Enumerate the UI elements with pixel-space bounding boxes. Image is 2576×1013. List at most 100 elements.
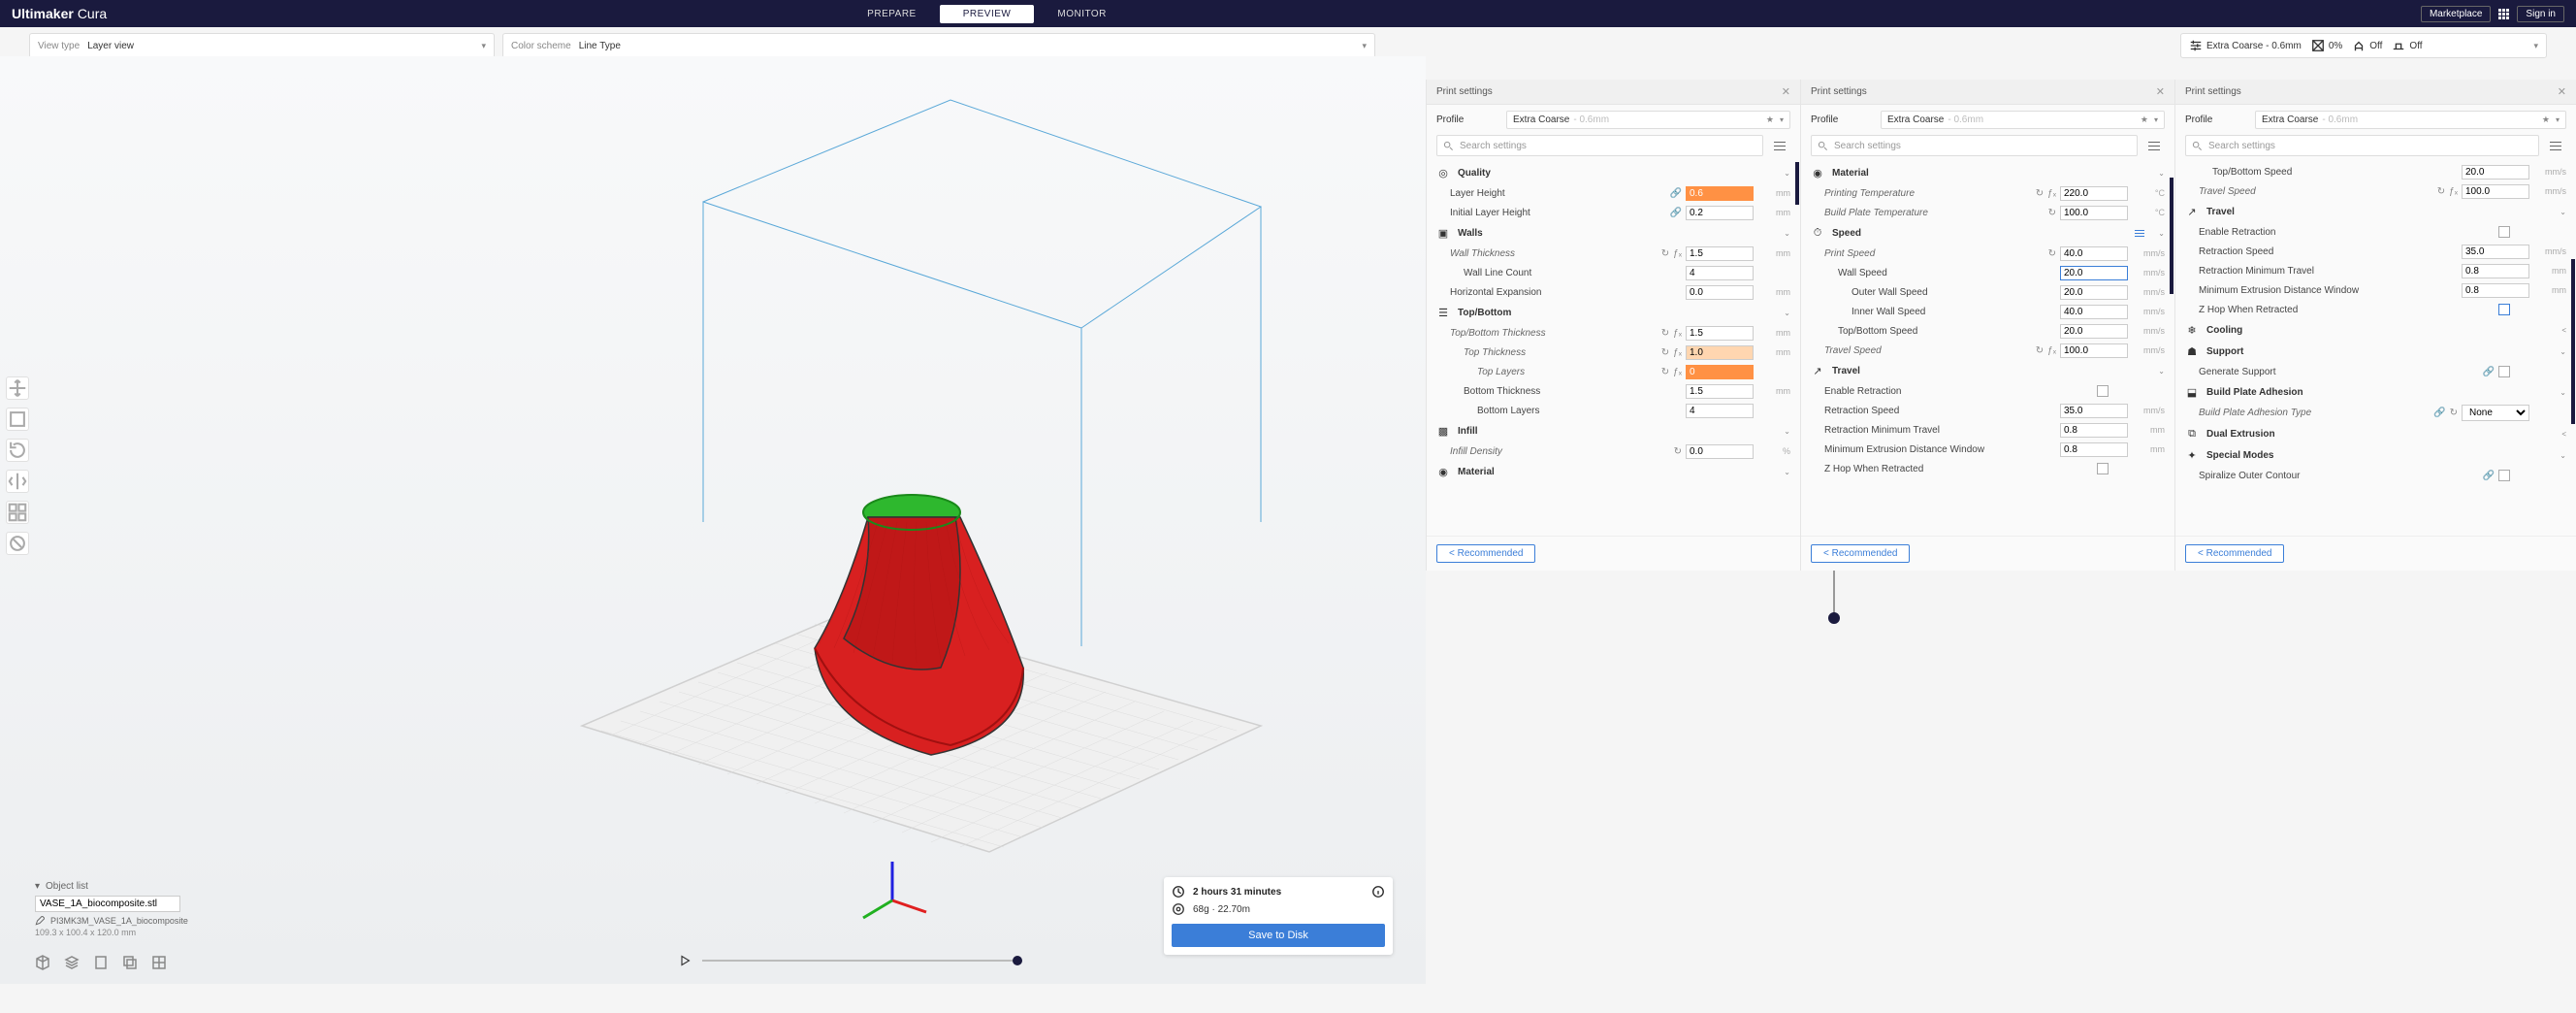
stage-tabs: PREPARE PREVIEW MONITOR xyxy=(844,5,1130,23)
infill-density-input[interactable] xyxy=(1686,444,1754,459)
simulation-playback xyxy=(679,955,1022,966)
3d-viewport[interactable]: ▾ Object list PI3MK3M_VASE_1A_biocomposi… xyxy=(0,56,1426,984)
close-icon[interactable]: ✕ xyxy=(2558,85,2566,98)
section-material[interactable]: ◉Material⌄ xyxy=(1801,162,2174,183)
wall-thickness-input[interactable] xyxy=(1686,246,1754,261)
profile-select[interactable]: Extra Coarse- 0.6mm ★▾ xyxy=(1881,111,2165,129)
menu-icon[interactable] xyxy=(1769,135,1790,156)
tab-prepare[interactable]: PREPARE xyxy=(844,5,940,23)
print-settings-panel-2: Print settings✕ Profile Extra Coarse- 0.… xyxy=(1800,80,2174,571)
spiralize-checkbox[interactable] xyxy=(2498,470,2510,481)
section-quality[interactable]: ◎Quality⌄ xyxy=(1427,162,1800,183)
section-support[interactable]: ☗Support⌄ xyxy=(2175,341,2576,362)
recommended-button[interactable]: < Recommended xyxy=(2185,544,2284,563)
search-icon xyxy=(2192,141,2203,151)
outer-wall-speed-input[interactable] xyxy=(2060,285,2128,300)
document-icon[interactable] xyxy=(93,955,109,970)
wall-line-count-input[interactable] xyxy=(1686,266,1754,280)
profile-select[interactable]: Extra Coarse- 0.6mm ★▾ xyxy=(2255,111,2566,129)
section-travel[interactable]: ↗Travel⌄ xyxy=(2175,201,2576,222)
menu-icon[interactable] xyxy=(2143,135,2165,156)
cube-icon[interactable] xyxy=(35,955,50,970)
playback-slider[interactable] xyxy=(702,960,1022,962)
play-icon[interactable] xyxy=(679,955,691,966)
inner-wall-speed-input[interactable] xyxy=(2060,305,2128,319)
profile-select[interactable]: Extra Coarse- 0.6mm ★▾ xyxy=(1506,111,1790,129)
support-icon xyxy=(2352,39,2366,52)
top-thickness-input[interactable] xyxy=(1686,345,1754,360)
tb-speed-input[interactable] xyxy=(2060,324,2128,339)
section-adhesion[interactable]: ⬓Build Plate Adhesion⌄ xyxy=(2175,381,2576,403)
print-temp-input[interactable] xyxy=(2060,186,2128,201)
zhop-checkbox[interactable] xyxy=(2097,463,2109,474)
tb-speed-input[interactable] xyxy=(2462,165,2529,180)
tab-monitor[interactable]: MONITOR xyxy=(1034,5,1130,23)
section-infill[interactable]: ▩Infill⌄ xyxy=(1427,420,1800,441)
retraction-min-input[interactable] xyxy=(2060,423,2128,438)
generate-support-checkbox[interactable] xyxy=(2498,366,2510,377)
bottom-thickness-input[interactable] xyxy=(1686,384,1754,399)
object-dimensions: 109.3 x 100.4 x 120.0 mm xyxy=(35,928,188,937)
search-input[interactable]: Search settings xyxy=(1436,135,1763,156)
copy-icon[interactable] xyxy=(122,955,138,970)
enable-retraction-checkbox[interactable] xyxy=(2097,385,2109,397)
adhesion-summary: Off xyxy=(2392,39,2422,52)
wall-speed-input[interactable] xyxy=(2060,266,2128,280)
section-dual[interactable]: ⧉Dual Extrusion< xyxy=(2175,423,2576,444)
tab-preview[interactable]: PREVIEW xyxy=(940,5,1035,23)
brand-logo: UltimakerCura xyxy=(12,6,107,21)
object-full-name: PI3MK3M_VASE_1A_biocomposite xyxy=(35,916,188,926)
horizontal-expansion-input[interactable] xyxy=(1686,285,1754,300)
layers-icon[interactable] xyxy=(64,955,80,970)
object-list-header[interactable]: ▾ Object list xyxy=(35,881,188,892)
search-input[interactable]: Search settings xyxy=(2185,135,2539,156)
apps-icon[interactable] xyxy=(2498,9,2509,19)
info-icon[interactable] xyxy=(1371,885,1385,899)
star-icon: ★ xyxy=(2542,114,2550,125)
min-extrusion-input[interactable] xyxy=(2060,442,2128,457)
print-settings-panel-3: Print settings✕ Profile Extra Coarse- 0.… xyxy=(2174,80,2576,571)
section-speed[interactable]: ⏱Speed⌄ xyxy=(1801,222,2174,244)
close-icon[interactable]: ✕ xyxy=(1782,85,1790,98)
object-name-field[interactable] xyxy=(35,896,180,912)
print-speed-input[interactable] xyxy=(2060,246,2128,261)
recommended-button[interactable]: < Recommended xyxy=(1811,544,1910,563)
star-icon: ★ xyxy=(2141,114,2148,125)
color-scheme-dropdown[interactable]: Color scheme Line Type ▾ xyxy=(502,33,1375,58)
bp-adhesion-select[interactable]: None xyxy=(2462,405,2529,421)
section-material[interactable]: ◉Material⌄ xyxy=(1427,461,1800,482)
retraction-speed-input[interactable] xyxy=(2060,404,2128,418)
print-time: 2 hours 31 minutes xyxy=(1193,887,1281,898)
layer-height-input[interactable] xyxy=(1686,186,1754,201)
save-to-disk-button[interactable]: Save to Disk xyxy=(1172,924,1385,947)
bottom-layers-input[interactable] xyxy=(1686,404,1754,418)
retraction-speed-input[interactable] xyxy=(2462,245,2529,259)
min-extrusion-input[interactable] xyxy=(2462,283,2529,298)
initial-layer-input[interactable] xyxy=(1686,206,1754,220)
grid-icon[interactable] xyxy=(151,955,167,970)
enable-retraction-checkbox[interactable] xyxy=(2498,226,2510,238)
print-settings-summary[interactable]: Extra Coarse - 0.6mm 0% Off Off ▾ xyxy=(2180,33,2547,58)
tb-thickness-input[interactable] xyxy=(1686,326,1754,341)
top-layers-input[interactable] xyxy=(1686,365,1754,379)
infill-icon xyxy=(2311,39,2325,52)
close-icon[interactable]: ✕ xyxy=(2156,85,2165,98)
view-type-dropdown[interactable]: View type Layer view ▾ xyxy=(29,33,495,58)
retraction-min-input[interactable] xyxy=(2462,264,2529,278)
marketplace-button[interactable]: Marketplace xyxy=(2421,6,2491,22)
section-special[interactable]: ✦Special Modes⌄ xyxy=(2175,444,2576,466)
bp-temp-input[interactable] xyxy=(2060,206,2128,220)
travel-speed-input[interactable] xyxy=(2060,343,2128,358)
section-topbottom[interactable]: ☰Top/Bottom⌄ xyxy=(1427,302,1800,323)
section-travel[interactable]: ↗Travel⌄ xyxy=(1801,360,2174,381)
travel-speed-input[interactable] xyxy=(2462,184,2529,199)
view-icons xyxy=(35,955,167,970)
search-input[interactable]: Search settings xyxy=(1811,135,2138,156)
menu-icon[interactable] xyxy=(2545,135,2566,156)
scene-render xyxy=(0,56,1426,984)
signin-button[interactable]: Sign in xyxy=(2517,6,2564,22)
recommended-button[interactable]: < Recommended xyxy=(1436,544,1535,563)
section-cooling[interactable]: ❄Cooling< xyxy=(2175,319,2576,341)
zhop-checkbox[interactable] xyxy=(2498,304,2510,315)
section-walls[interactable]: ▣Walls⌄ xyxy=(1427,222,1800,244)
